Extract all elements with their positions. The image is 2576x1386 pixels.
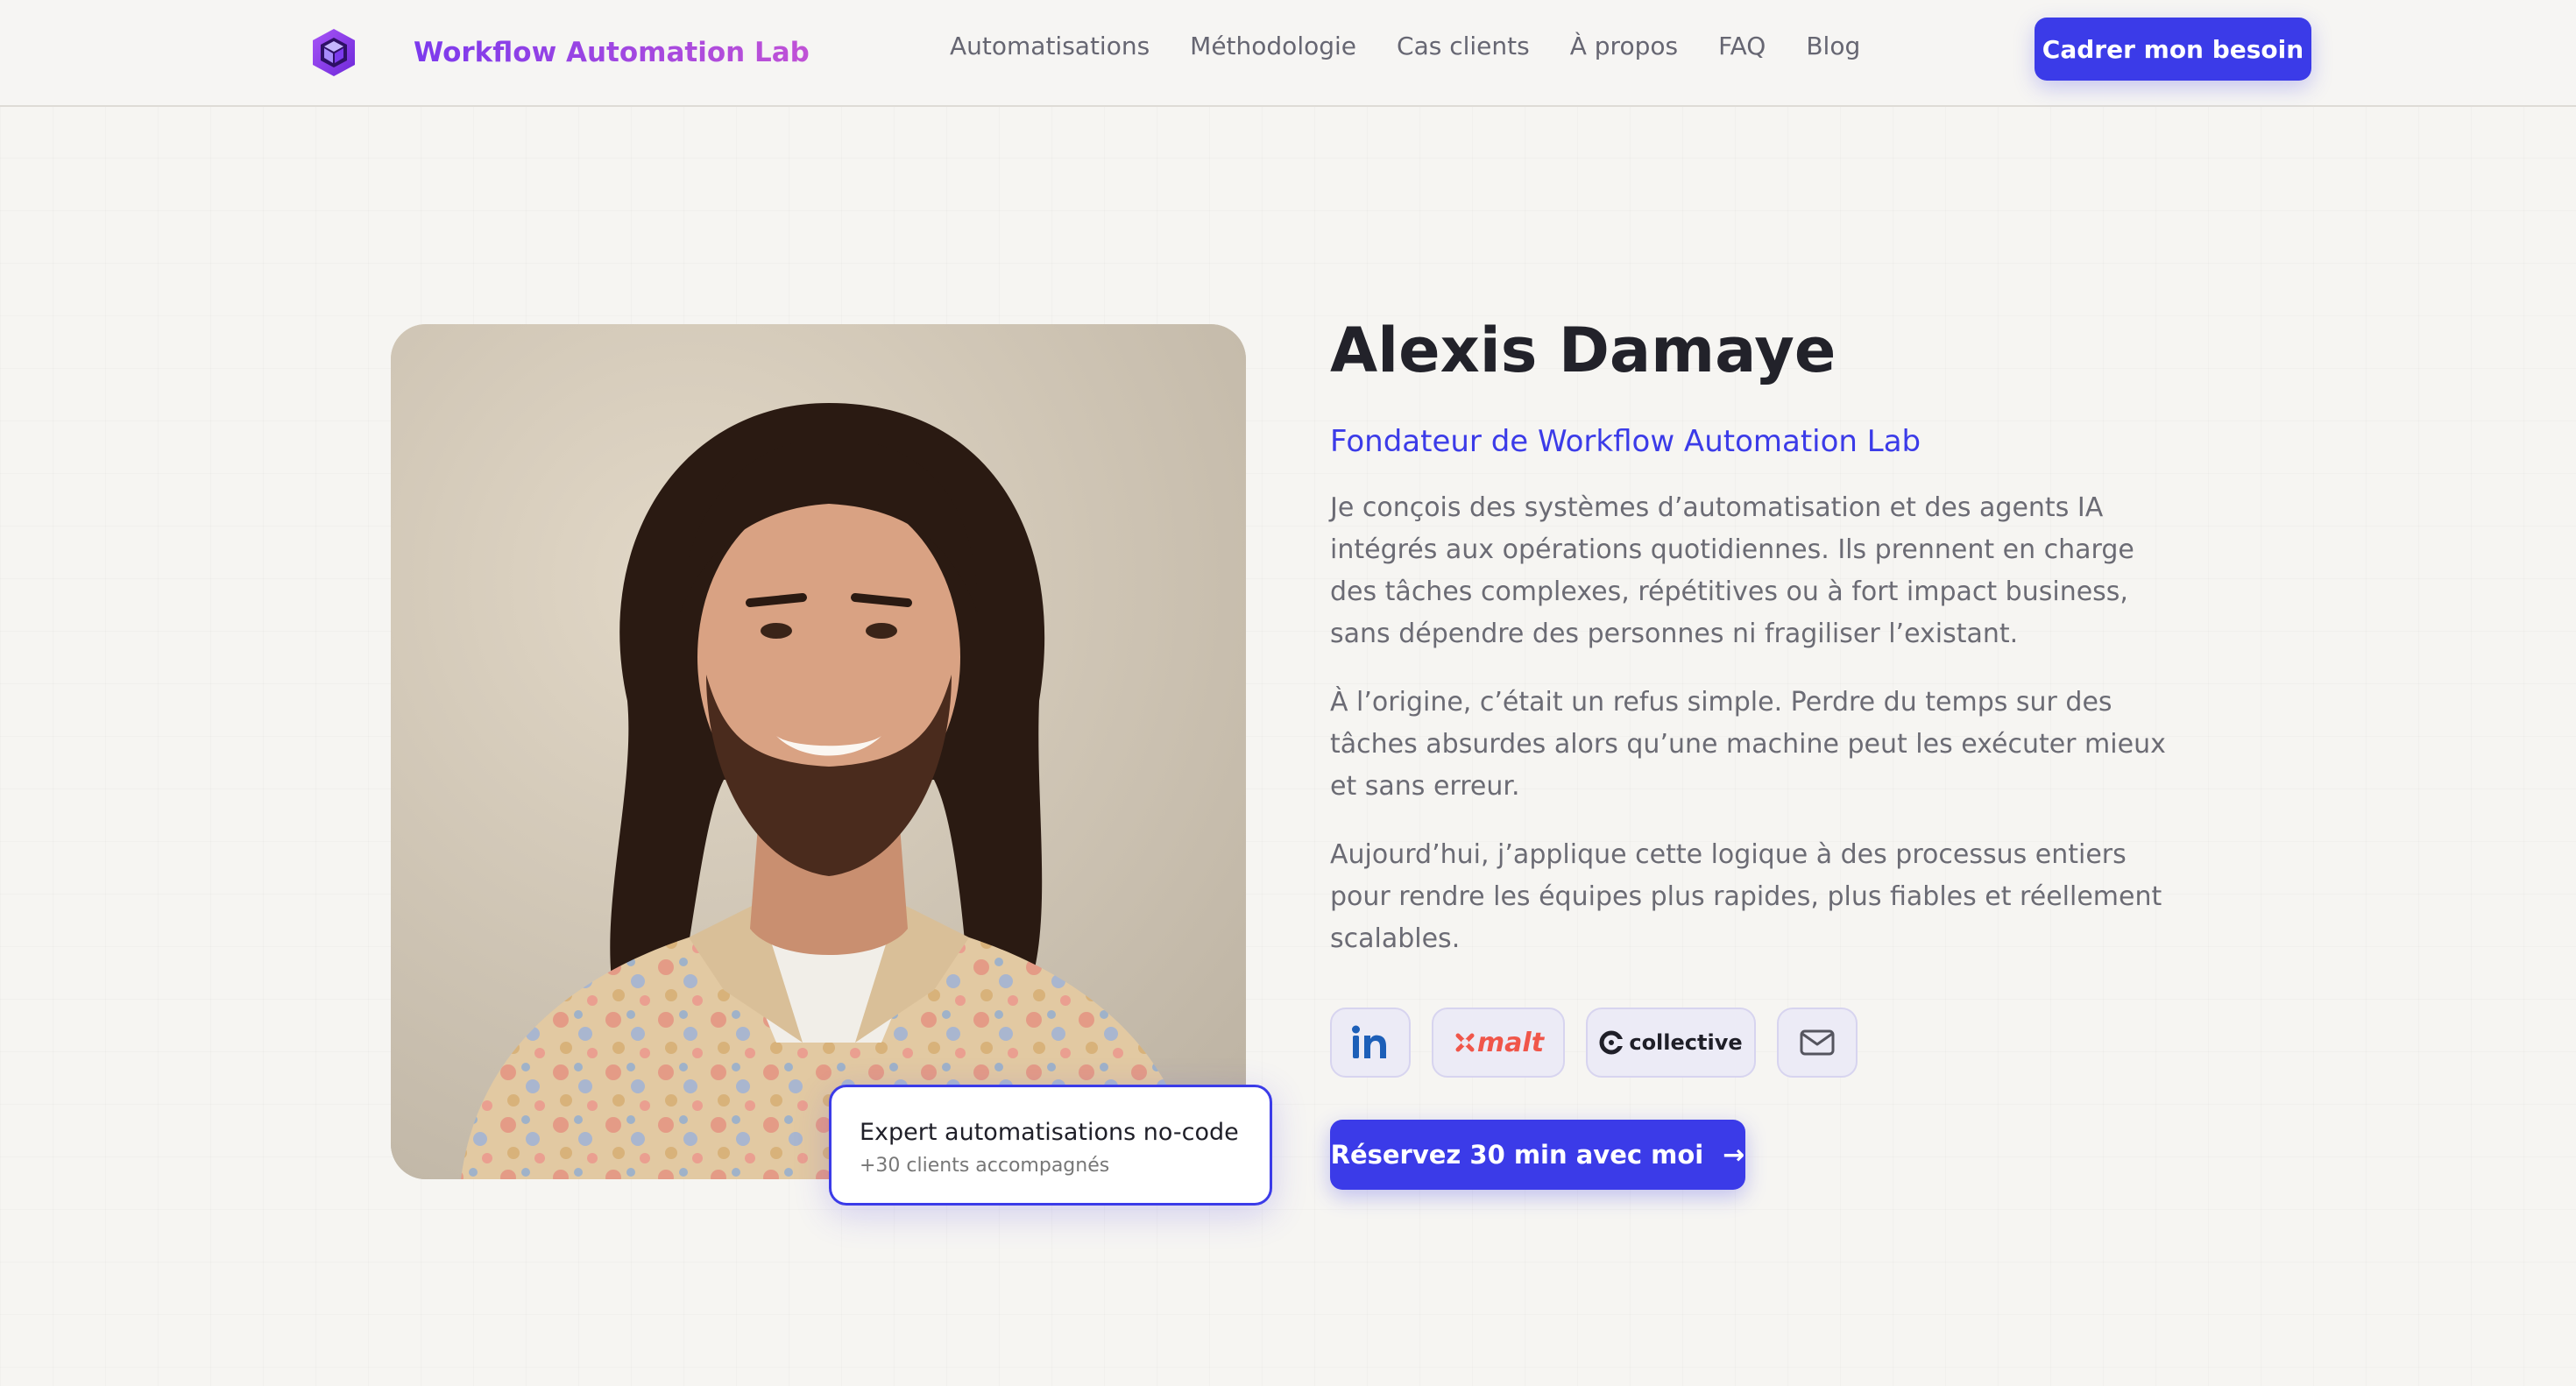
badge-subtitle: +30 clients accompagnés	[860, 1155, 1110, 1177]
nav-item-blog[interactable]: Blog	[1806, 32, 1860, 60]
linkedin-link[interactable]	[1330, 1008, 1411, 1078]
nav-item-faq[interactable]: FAQ	[1718, 32, 1766, 60]
malt-icon	[1455, 1033, 1475, 1052]
collective-link[interactable]: collective	[1586, 1008, 1756, 1078]
nav-item-a-propos[interactable]: À propos	[1570, 32, 1678, 60]
linkedin-icon	[1352, 1025, 1386, 1058]
email-link[interactable]	[1777, 1008, 1858, 1078]
mail-icon	[1800, 1029, 1835, 1056]
site-header: Workflow Automation Lab Automatisations …	[0, 0, 2576, 107]
bio-section: Alexis Damaye Fondateur de Workflow Auto…	[1330, 312, 2189, 986]
book-call-button[interactable]: Réservez 30 min avec moi →	[1330, 1120, 1745, 1190]
main-nav: Automatisations Méthodologie Cas clients…	[950, 32, 1860, 60]
header-cta-button[interactable]: Cadrer mon besoin	[2035, 18, 2311, 81]
social-links: malt collective	[1330, 1008, 1858, 1078]
collective-label: collective	[1629, 1030, 1743, 1055]
malt-label: malt	[1476, 1027, 1545, 1058]
badge-title: Expert automatisations no-code	[860, 1119, 1239, 1146]
nav-item-cas-clients[interactable]: Cas clients	[1397, 32, 1530, 60]
collective-icon	[1599, 1030, 1624, 1055]
profile-name: Alexis Damaye	[1330, 315, 1836, 386]
brand-name: Workflow Automation Lab	[414, 37, 810, 68]
expertise-badge: Expert automatisations no-code +30 clien…	[829, 1085, 1272, 1206]
book-call-label: Réservez 30 min avec moi	[1330, 1140, 1704, 1170]
arrow-right-icon: →	[1723, 1139, 1745, 1170]
malt-link[interactable]: malt	[1432, 1008, 1565, 1078]
nav-item-automatisations[interactable]: Automatisations	[950, 32, 1150, 60]
bio-paragraph-3: Aujourd’hui, j’applique cette logique à …	[1330, 839, 2162, 954]
hexagon-cube-logo-icon	[313, 29, 355, 76]
bio-paragraph-1: Je conçois des systèmes d’automatisation…	[1330, 492, 2134, 649]
nav-item-methodologie[interactable]: Méthodologie	[1190, 32, 1356, 60]
portrait-photo	[391, 324, 1246, 1179]
profile-role: Fondateur de Workflow Automation Lab	[1330, 424, 1921, 459]
bio-paragraph-2: À l’origine, c’était un refus simple. Pe…	[1330, 687, 2166, 802]
brand[interactable]: Workflow Automation Lab	[308, 19, 810, 86]
